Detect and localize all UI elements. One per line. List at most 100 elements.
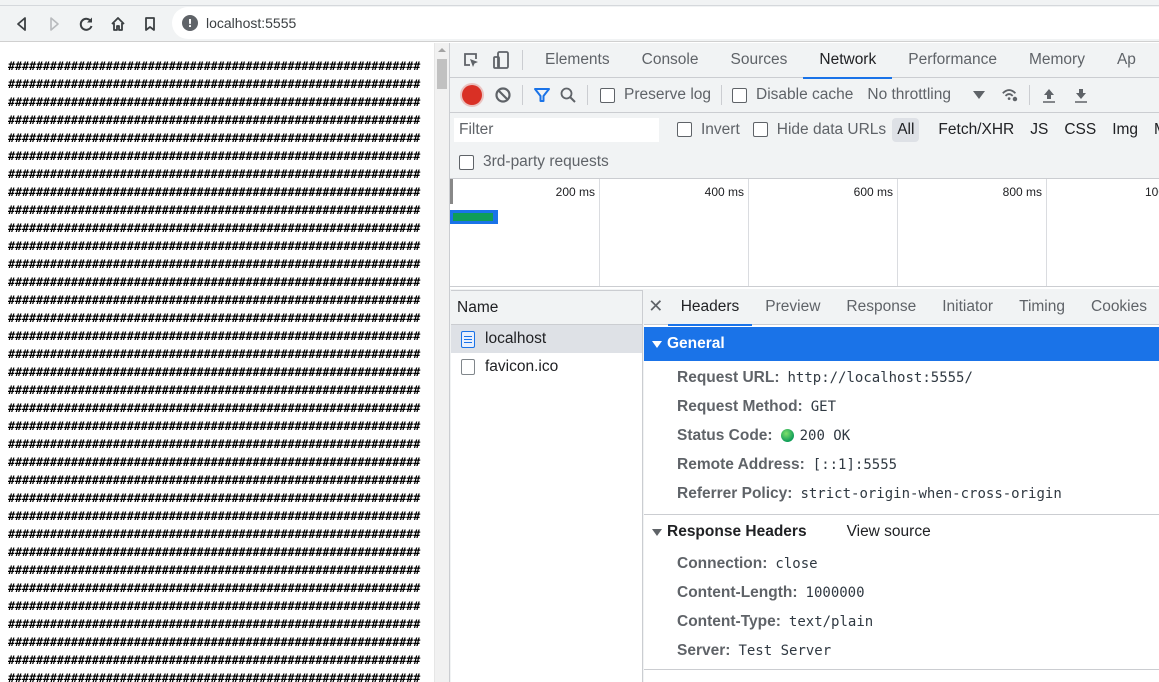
record-button[interactable] bbox=[462, 85, 482, 105]
tab-initiator[interactable]: Initiator bbox=[929, 289, 1006, 325]
header-value: [::1]:5555 bbox=[812, 456, 898, 473]
bookmark-button[interactable] bbox=[134, 10, 166, 38]
checkbox-box[interactable] bbox=[752, 122, 768, 137]
device-toolbar-icon bbox=[493, 51, 509, 69]
type-filter-img[interactable]: Img bbox=[1107, 118, 1143, 142]
checkbox-box[interactable] bbox=[677, 122, 692, 137]
header-name: Status Code: bbox=[677, 426, 773, 444]
general-section-header[interactable]: General bbox=[644, 327, 1159, 361]
tab-application[interactable]: Ap bbox=[1101, 43, 1152, 78]
type-filter-js[interactable]: JS bbox=[1025, 118, 1053, 142]
tab-network[interactable]: Network bbox=[803, 43, 893, 79]
separator bbox=[522, 50, 523, 70]
overview-request-download-bar bbox=[453, 213, 493, 221]
header-row-request-url: Request URL: http://localhost:5555/ bbox=[644, 363, 1159, 392]
throttling-select[interactable]: No throttling bbox=[867, 86, 985, 104]
inspect-element-button[interactable] bbox=[456, 45, 486, 75]
network-overview-timeline[interactable]: 200 ms 400 ms 600 ms 800 ms 1000 ms bbox=[450, 179, 1159, 287]
type-filter-media[interactable]: M bbox=[1149, 118, 1159, 142]
tab-cookies[interactable]: Cookies bbox=[1078, 289, 1159, 325]
header-name: Referrer Policy: bbox=[677, 484, 793, 502]
tab-response[interactable]: Response bbox=[833, 289, 929, 325]
name-column-header[interactable]: Name bbox=[451, 291, 642, 325]
tab-preview[interactable]: Preview bbox=[752, 289, 833, 325]
address-bar[interactable]: ! localhost:5555 bbox=[172, 7, 1159, 39]
tab-elements[interactable]: Elements bbox=[529, 43, 626, 78]
inspect-element-icon bbox=[464, 53, 478, 67]
forward-button[interactable] bbox=[38, 10, 70, 38]
wifi-settings-icon bbox=[1002, 89, 1018, 102]
status-ok-icon bbox=[780, 429, 794, 442]
header-name: Connection: bbox=[677, 554, 768, 572]
response-headers-section-header[interactable]: Response Headers View source bbox=[644, 515, 1159, 549]
preserve-log-checkbox[interactable]: Preserve log bbox=[600, 86, 711, 104]
reload-icon bbox=[79, 17, 93, 31]
type-filter-all[interactable]: All bbox=[892, 117, 920, 142]
overview-tick-label: 200 ms bbox=[555, 185, 595, 199]
reload-button[interactable] bbox=[70, 10, 102, 38]
request-row[interactable]: localhost bbox=[451, 325, 642, 353]
page-text: ########################################… bbox=[8, 59, 421, 682]
view-source-link[interactable]: View source bbox=[847, 523, 931, 541]
tab-console[interactable]: Console bbox=[626, 43, 715, 78]
close-details-icon[interactable]: ✕ bbox=[644, 296, 668, 317]
header-row-content-length: Content-Length: 1000000 bbox=[644, 578, 1159, 607]
site-info-icon[interactable]: ! bbox=[182, 15, 198, 31]
third-party-label: 3rd-party requests bbox=[483, 153, 609, 170]
third-party-bar: 3rd-party requests bbox=[450, 146, 1159, 179]
response-headers-title: Response Headers bbox=[667, 523, 807, 540]
page-content: ########################################… bbox=[0, 43, 434, 682]
checkbox-box[interactable] bbox=[732, 87, 748, 103]
filter-input[interactable] bbox=[454, 117, 659, 142]
document-icon bbox=[461, 330, 475, 348]
tab-sources[interactable]: Sources bbox=[715, 43, 804, 78]
tab-headers[interactable]: Headers bbox=[667, 289, 753, 326]
clear-icon bbox=[495, 87, 511, 103]
url-text[interactable]: localhost:5555 bbox=[206, 15, 296, 31]
back-button[interactable] bbox=[6, 10, 38, 38]
tab-memory[interactable]: Memory bbox=[1013, 43, 1101, 78]
header-value: Test Server bbox=[738, 642, 832, 659]
import-har-button[interactable] bbox=[1036, 82, 1062, 108]
header-value: 200 OK bbox=[799, 427, 851, 444]
tab-timing[interactable]: Timing bbox=[1006, 289, 1078, 325]
invert-checkbox[interactable]: Invert bbox=[677, 121, 740, 139]
third-party-checkbox[interactable]: 3rd-party requests bbox=[459, 153, 609, 171]
overview-gridline bbox=[1046, 179, 1047, 286]
scrollbar-thumb[interactable] bbox=[437, 59, 447, 89]
search-button[interactable] bbox=[555, 82, 581, 108]
request-row[interactable]: favicon.ico bbox=[451, 353, 642, 381]
device-toolbar-button[interactable] bbox=[486, 45, 516, 75]
export-har-button[interactable] bbox=[1068, 82, 1094, 108]
separator bbox=[522, 85, 523, 105]
overview-tick-label: 400 ms bbox=[704, 185, 744, 199]
filter-toggle-button[interactable] bbox=[529, 82, 555, 108]
hide-data-urls-label: Hide data URLs bbox=[776, 120, 887, 138]
overview-gridline bbox=[748, 179, 749, 286]
disable-cache-checkbox[interactable]: Disable cache bbox=[732, 86, 853, 104]
home-button[interactable] bbox=[102, 10, 134, 38]
header-name: Server: bbox=[677, 641, 731, 659]
network-conditions-button[interactable] bbox=[997, 82, 1023, 108]
type-filter-fetch-xhr[interactable]: Fetch/XHR bbox=[933, 118, 1019, 142]
separator bbox=[587, 85, 588, 105]
overview-window-handle[interactable] bbox=[450, 179, 453, 204]
scroll-up-icon[interactable] bbox=[438, 48, 446, 52]
bookmark-icon bbox=[145, 16, 155, 31]
throttling-value: No throttling bbox=[867, 86, 951, 103]
checkbox-box[interactable] bbox=[600, 87, 615, 103]
overview-gridline bbox=[599, 179, 600, 286]
file-icon bbox=[461, 359, 475, 375]
header-name: Remote Address: bbox=[677, 455, 805, 473]
search-icon bbox=[560, 87, 576, 103]
checkbox-box[interactable] bbox=[459, 154, 474, 170]
clear-button[interactable] bbox=[490, 82, 516, 108]
tab-performance[interactable]: Performance bbox=[892, 43, 1013, 78]
network-split-view: Name localhost favicon.ico ✕ Headers Pre… bbox=[450, 289, 1159, 682]
hide-data-urls-checkbox[interactable]: Hide data URLs bbox=[752, 120, 887, 139]
disable-cache-label: Disable cache bbox=[756, 86, 854, 103]
invert-label: Invert bbox=[701, 120, 740, 138]
page-scrollbar[interactable] bbox=[434, 43, 449, 682]
type-filter-css[interactable]: CSS bbox=[1059, 118, 1101, 142]
header-row-remote-address: Remote Address: [::1]:5555 bbox=[644, 450, 1159, 479]
